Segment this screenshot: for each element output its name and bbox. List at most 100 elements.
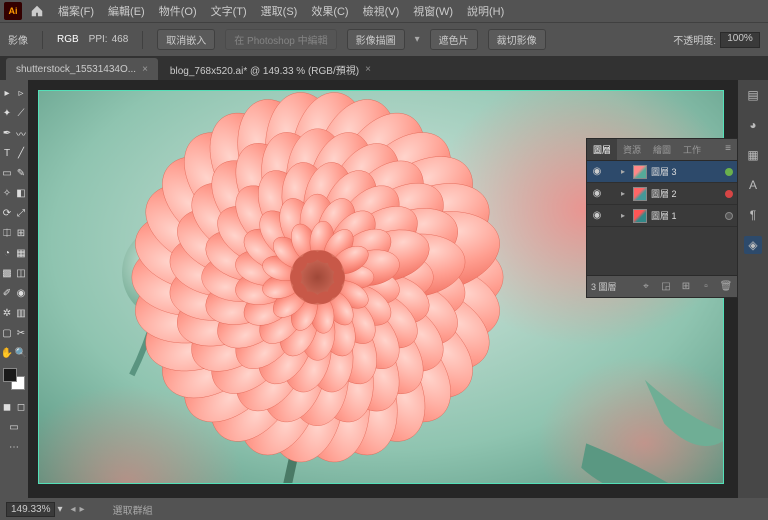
- opt-opacity: 不透明度:100%: [673, 32, 760, 48]
- mesh-tool[interactable]: ▩: [0, 264, 14, 282]
- gradient-tool[interactable]: ◫: [14, 264, 28, 282]
- draw-tab[interactable]: 繪圖: [647, 139, 677, 160]
- stroke-mode[interactable]: ◻: [14, 398, 28, 416]
- layer-name[interactable]: 圖層 2: [651, 187, 721, 200]
- image-trace-button[interactable]: 影像描圖: [347, 29, 405, 50]
- layer-row[interactable]: ◉ ▸ 圖層 1: [587, 205, 737, 227]
- new-sublayer-icon[interactable]: ⊞: [679, 281, 693, 292]
- chevron-right-icon[interactable]: ▸: [621, 189, 629, 198]
- symbol-sprayer[interactable]: ✲: [0, 304, 14, 322]
- properties-icon[interactable]: ▤: [744, 86, 762, 104]
- menu-window[interactable]: 視窗(W): [407, 1, 459, 21]
- type-icon[interactable]: A: [744, 176, 762, 194]
- free-transform[interactable]: ⊞: [14, 224, 28, 242]
- artboard-nav[interactable]: ◂▸: [71, 504, 85, 515]
- artboard-tool[interactable]: ▢: [0, 324, 14, 342]
- curvature-tool[interactable]: 〰: [14, 124, 28, 142]
- direct-select-tool[interactable]: ▹: [14, 84, 28, 102]
- visibility-icon[interactable]: ◉: [591, 166, 603, 177]
- rect-tool[interactable]: ▭: [0, 164, 14, 182]
- slice-tool[interactable]: ✂: [14, 324, 28, 342]
- color-swatch[interactable]: [3, 368, 25, 390]
- layer-name[interactable]: 圖層 1: [651, 209, 721, 222]
- home-icon[interactable]: [30, 4, 44, 18]
- visibility-icon[interactable]: ◉: [591, 210, 603, 221]
- tab-title: blog_768x520.ai* @ 149.33 % (RGB/預視): [170, 62, 359, 77]
- assets-tab[interactable]: 資源: [617, 139, 647, 160]
- close-icon[interactable]: ×: [142, 64, 148, 75]
- clip-mask-icon[interactable]: ◲: [659, 281, 673, 292]
- type-tool[interactable]: T: [0, 144, 14, 162]
- hand-tool[interactable]: ✋: [0, 344, 14, 362]
- chevron-right-icon[interactable]: ▸: [621, 211, 629, 220]
- target-icon[interactable]: [725, 168, 733, 176]
- shape-builder[interactable]: ◔: [0, 244, 14, 262]
- layer-name[interactable]: 圖層 3: [651, 165, 721, 178]
- paragraph-icon[interactable]: ¶: [744, 206, 762, 224]
- tab-title: shutterstock_15531434O...: [16, 64, 136, 75]
- eyedropper-tool[interactable]: ✐: [0, 284, 14, 302]
- layer-row[interactable]: ◉ ▸ 圖層 3: [587, 161, 737, 183]
- width-tool[interactable]: ⎅: [0, 224, 14, 242]
- crop-button[interactable]: 裁切影像: [488, 29, 546, 50]
- tab-doc-1[interactable]: shutterstock_15531434O... ×: [6, 58, 158, 80]
- right-dock: ▤ ◕ ▦ A ¶ ◈: [738, 80, 768, 498]
- blend-tool[interactable]: ◉: [14, 284, 28, 302]
- target-icon[interactable]: [725, 212, 733, 220]
- menu-type[interactable]: 文字(T): [205, 1, 253, 21]
- opt-image-label: 影像: [8, 32, 28, 47]
- artboards-tab[interactable]: 工作: [677, 139, 707, 160]
- scale-tool[interactable]: ⤢: [14, 204, 28, 222]
- mask-button[interactable]: 遮色片: [430, 29, 478, 50]
- edit-toolbar[interactable]: ⋯: [0, 438, 28, 456]
- swatches-icon[interactable]: ▦: [744, 146, 762, 164]
- screen-mode[interactable]: ▭: [0, 418, 28, 436]
- delete-icon[interactable]: 🗑: [719, 281, 733, 292]
- layer-thumb: [633, 165, 647, 179]
- tab-doc-2[interactable]: blog_768x520.ai* @ 149.33 % (RGB/預視) ×: [160, 58, 381, 80]
- menu-effect[interactable]: 效果(C): [305, 1, 354, 21]
- zoom-tool[interactable]: 🔍: [14, 344, 28, 362]
- menu-view[interactable]: 檢視(V): [357, 1, 406, 21]
- layers-icon[interactable]: ◈: [744, 236, 762, 254]
- layer-row[interactable]: ◉ ▸ 圖層 2: [587, 183, 737, 205]
- opt-ppi: PPI:468: [89, 34, 129, 45]
- color-icon[interactable]: ◕: [744, 116, 762, 134]
- visibility-icon[interactable]: ◉: [591, 188, 603, 199]
- chevron-down-icon[interactable]: ▾: [57, 504, 62, 515]
- brush-tool[interactable]: ✎: [14, 164, 28, 182]
- layers-list: ◉ ▸ 圖層 3 ◉ ▸ 圖層 2 ◉ ▸ 圖層 1: [587, 161, 737, 227]
- menu-object[interactable]: 物件(O): [153, 1, 203, 21]
- eraser-tool[interactable]: ◧: [14, 184, 28, 202]
- layers-panel: 圖層 資源 繪圖 工作 ≡ ◉▸ 圖層 3 ◉▸ 圖層 2 ◉▸ 圖層 1 3 …: [586, 138, 738, 298]
- separator: [142, 31, 143, 49]
- menu-help[interactable]: 說明(H): [461, 1, 510, 21]
- graph-tool[interactable]: ▥: [14, 304, 28, 322]
- menu-bar: Ai 檔案(F) 編輯(E) 物件(O) 文字(T) 選取(S) 效果(C) 檢…: [0, 0, 768, 22]
- close-icon[interactable]: ×: [365, 64, 371, 75]
- unembed-button[interactable]: 取消嵌入: [157, 29, 215, 50]
- chevron-right-icon[interactable]: ▸: [621, 167, 629, 176]
- menu-file[interactable]: 檔案(F): [52, 1, 100, 21]
- zoom-field[interactable]: 149.33%▾: [6, 502, 63, 517]
- panel-menu-icon[interactable]: ≡: [719, 139, 737, 160]
- separator: [42, 31, 43, 49]
- layers-tab[interactable]: 圖層: [587, 139, 617, 160]
- menu-select[interactable]: 選取(S): [255, 1, 304, 21]
- fill-mode[interactable]: ◼: [0, 398, 14, 416]
- rotate-tool[interactable]: ⟳: [0, 204, 14, 222]
- selection-tool[interactable]: ▸: [0, 84, 14, 102]
- shaper-tool[interactable]: ✧: [0, 184, 14, 202]
- chevron-down-icon[interactable]: ▾: [415, 34, 420, 45]
- new-layer-icon[interactable]: ▫: [699, 281, 713, 292]
- locate-icon[interactable]: ⌖: [639, 281, 653, 292]
- perspective-tool[interactable]: ▦: [14, 244, 28, 262]
- menu-edit[interactable]: 編輯(E): [102, 1, 151, 21]
- pen-tool[interactable]: ✒: [0, 124, 14, 142]
- target-icon[interactable]: [725, 190, 733, 198]
- lasso-tool[interactable]: ⟋: [14, 104, 28, 122]
- opacity-input[interactable]: 100%: [720, 32, 760, 48]
- opt-colormode: RGB: [57, 34, 79, 45]
- line-tool[interactable]: ╱: [14, 144, 28, 162]
- magic-wand-tool[interactable]: ✦: [0, 104, 14, 122]
